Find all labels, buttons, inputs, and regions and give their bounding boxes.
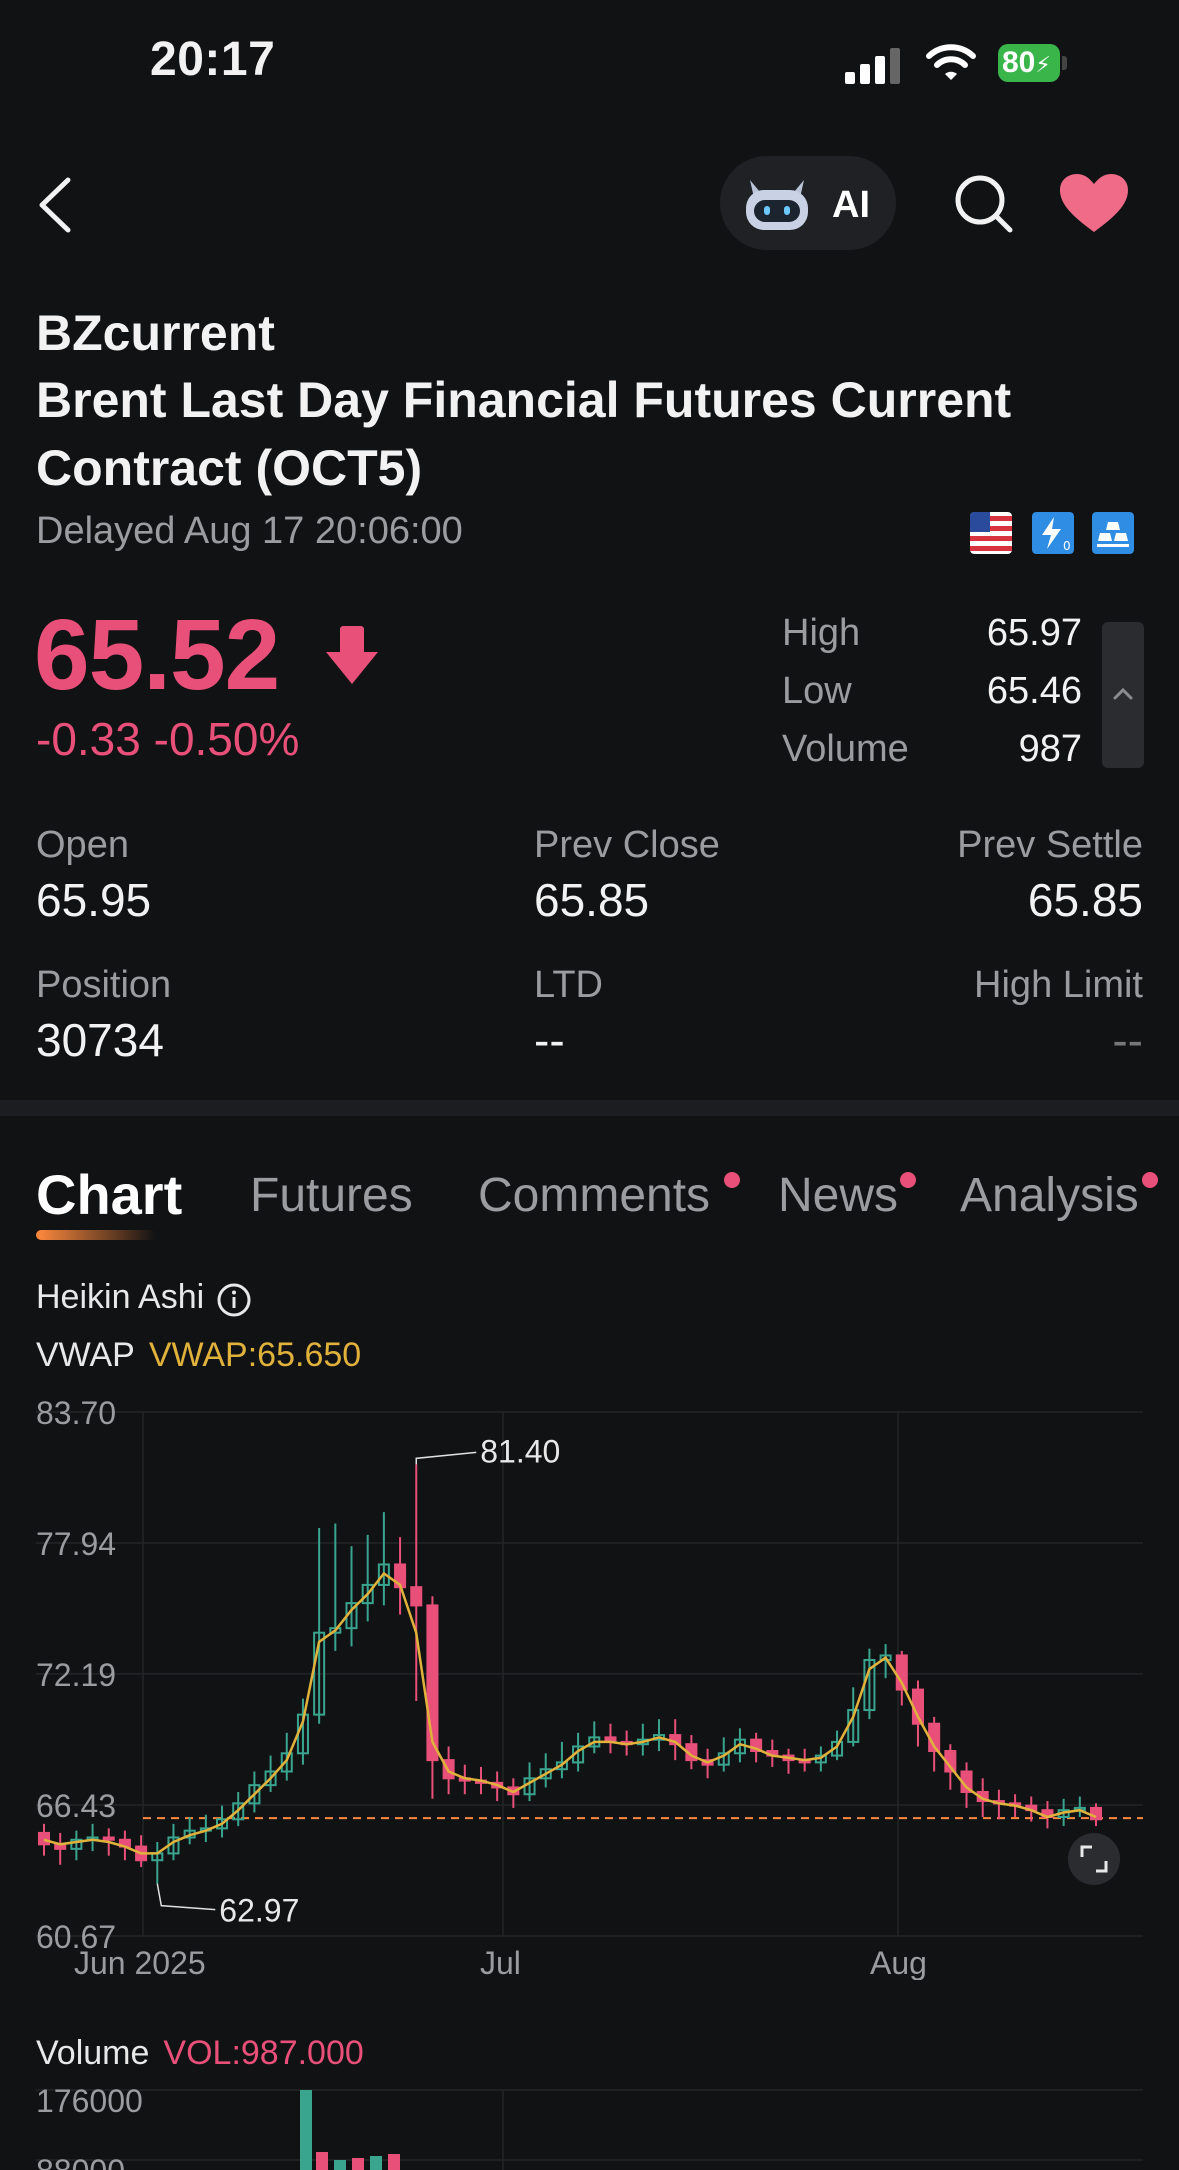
- vwap-value: VWAP:65.650: [148, 1336, 362, 1374]
- us-flag-icon: [970, 512, 1012, 554]
- vwap-label: VWAP: [36, 1336, 135, 1374]
- section-divider: [0, 1100, 1179, 1116]
- lightning-badge-icon: 0: [1032, 512, 1074, 554]
- search-icon[interactable]: [952, 172, 1016, 236]
- robot-icon: [746, 180, 808, 230]
- top-nav: AI: [0, 150, 1179, 260]
- volume-row: Volume 987: [782, 728, 1082, 786]
- open-stat: Open 65.95: [36, 820, 416, 930]
- status-time: 20:17: [150, 33, 276, 86]
- y-tick-label: 77.94: [36, 1526, 116, 1562]
- ticker-symbol: BZcurrent: [36, 305, 275, 361]
- x-tick-label: Jul: [480, 1945, 521, 1980]
- volume-indicator: Volume VOL:987.000: [36, 2034, 364, 2073]
- high-callout-line: [415, 1451, 477, 1465]
- news-notification-dot: [900, 1172, 916, 1188]
- open-label: Open: [36, 824, 129, 866]
- collapse-quote-button[interactable]: [1102, 622, 1144, 768]
- contract-fullname: Brent Last Day Financial Futures Current…: [36, 372, 1012, 496]
- high-limit-value: --: [1112, 1014, 1143, 1066]
- volume-bar: [316, 2152, 328, 2170]
- battery-level: 80: [1002, 46, 1036, 79]
- volume-chart: 176000 88000: [36, 2083, 1143, 2170]
- candle-body: [102, 1836, 115, 1841]
- x-tick-label: Jun 2025: [74, 1945, 206, 1980]
- volume-bar: [334, 2160, 346, 2170]
- comments-notification-dot: [724, 1172, 740, 1188]
- delayed-timestamp: Delayed Aug 17 20:06:00: [36, 510, 463, 552]
- tab-comments[interactable]: Comments: [478, 1168, 710, 1223]
- back-icon[interactable]: [30, 170, 80, 240]
- tab-news[interactable]: News: [778, 1168, 898, 1223]
- volume-indicator-value: VOL:987.000: [163, 2034, 364, 2072]
- volume-value: 987: [1018, 728, 1082, 770]
- candle-body: [1089, 1806, 1103, 1821]
- low-callout-line: [156, 1883, 216, 1911]
- open-value: 65.95: [36, 874, 152, 926]
- high-limit-stat: High Limit --: [763, 960, 1143, 1070]
- candle-body: [37, 1831, 51, 1846]
- market-badges: 0: [970, 512, 1140, 556]
- wifi-icon: [926, 44, 976, 80]
- battery-cap: [1062, 56, 1067, 70]
- svg-text:0: 0: [1063, 539, 1071, 553]
- high-low-volume: High 65.97 Low 65.46 Volume 987: [782, 612, 1082, 786]
- volume-bar: [370, 2156, 382, 2170]
- position-value: 30734: [36, 1014, 164, 1066]
- low-value: 65.46: [986, 670, 1082, 712]
- tab-chart[interactable]: Chart: [36, 1162, 182, 1227]
- price-change: -0.33 -0.50%: [36, 713, 300, 765]
- high-limit-label: High Limit: [974, 964, 1143, 1006]
- fullscreen-button[interactable]: [1068, 1833, 1120, 1885]
- prev-settle-label: Prev Settle: [957, 824, 1143, 866]
- y-tick-label: 83.70: [36, 1395, 116, 1431]
- tab-analysis[interactable]: Analysis: [960, 1168, 1139, 1223]
- high-callout-label: 81.40: [480, 1433, 560, 1469]
- battery-icon: 80⚡: [998, 44, 1060, 82]
- y-tick-label: 72.19: [36, 1657, 116, 1693]
- tab-futures[interactable]: Futures: [250, 1168, 413, 1223]
- contract-title: BZcurrent Brent Last Day Financial Futur…: [36, 300, 1146, 502]
- high-row: High 65.97: [782, 612, 1082, 670]
- price-chart[interactable]: 81.4062.9783.7077.9472.1966.4360.67Jun 2…: [0, 1380, 1179, 1980]
- vwap-line: [43, 1571, 1097, 1855]
- chevron-up-icon: [1113, 687, 1133, 700]
- low-row: Low 65.46: [782, 670, 1082, 728]
- prev-settle-stat: Prev Settle 65.85: [763, 820, 1143, 930]
- ai-assistant-button[interactable]: AI: [720, 156, 896, 250]
- candle-body: [410, 1586, 423, 1607]
- volume-label: Volume: [782, 728, 909, 770]
- chart-type-label[interactable]: Heikin Ashi: [36, 1278, 204, 1317]
- high-value: 65.97: [986, 612, 1082, 654]
- ai-label: AI: [832, 184, 870, 226]
- x-tick-label: Aug: [870, 1945, 927, 1980]
- position-stat: Position 30734: [36, 960, 416, 1070]
- volume-bar: [300, 2090, 312, 2170]
- low-callout-label: 62.97: [219, 1893, 299, 1929]
- active-tab-underline: [36, 1230, 156, 1240]
- low-label: Low: [782, 670, 852, 712]
- status-bar: 20:17 80⚡: [0, 0, 1179, 120]
- y-tick-label: 66.43: [36, 1788, 116, 1824]
- cellular-signal-icon: [845, 44, 905, 84]
- vwap-indicator: VWAP VWAP:65.650: [36, 1336, 361, 1375]
- watchlist-heart-icon[interactable]: [1058, 172, 1130, 236]
- position-label: Position: [36, 964, 172, 1006]
- volume-y-tick: 176000: [36, 2083, 143, 2119]
- info-icon[interactable]: [216, 1282, 252, 1318]
- down-arrow-icon: [326, 626, 378, 684]
- last-price: 65.52: [34, 599, 280, 711]
- volume-indicator-label: Volume: [36, 2034, 150, 2072]
- volume-bar: [388, 2154, 400, 2170]
- volume-bar: [352, 2158, 364, 2170]
- high-label: High: [782, 612, 861, 654]
- detail-tabs: Chart Futures Comments News Analysis: [0, 1163, 1179, 1248]
- analysis-notification-dot: [1142, 1172, 1158, 1188]
- prev-settle-value: 65.85: [1027, 874, 1143, 926]
- volume-y-tick: 88000: [36, 2153, 125, 2170]
- gold-bars-icon: [1092, 512, 1134, 554]
